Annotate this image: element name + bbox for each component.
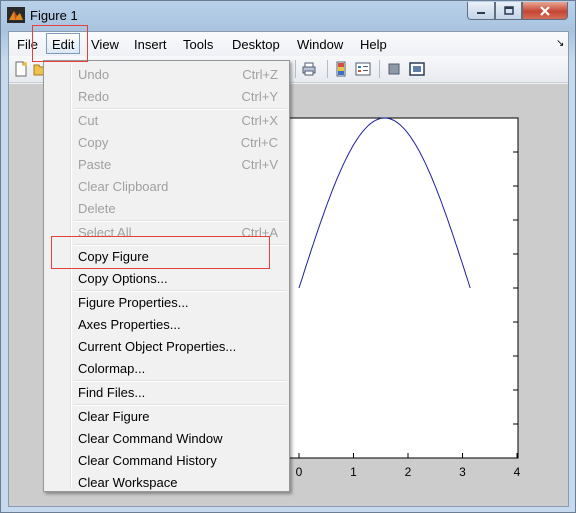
- menu-item-label: Current Object Properties...: [78, 339, 237, 354]
- close-button[interactable]: [522, 2, 568, 20]
- menu-item-label: Copy Options...: [78, 271, 168, 286]
- print-icon[interactable]: [301, 61, 317, 77]
- hide-plot-tools-icon[interactable]: [386, 61, 402, 77]
- menu-separator: [74, 380, 287, 382]
- menu-item-undo[interactable]: Undo Ctrl+Z: [46, 64, 287, 86]
- annotation-highlight-copy-figure: [51, 236, 270, 269]
- menu-item-label: Colormap...: [78, 361, 146, 376]
- menu-desktop[interactable]: Desktop: [232, 36, 280, 54]
- menu-separator: [74, 404, 287, 406]
- x-tick-label: 1: [350, 465, 357, 479]
- menu-item-label: Clear Workspace: [78, 475, 178, 490]
- menu-tools[interactable]: Tools: [183, 36, 213, 54]
- menu-item-label: Cut: [78, 113, 99, 128]
- menu-item-clear-command-history[interactable]: Clear Command History: [46, 450, 287, 472]
- menu-item-cut[interactable]: Cut Ctrl+X: [46, 110, 287, 132]
- menu-separator: [74, 290, 287, 292]
- menu-item-label: Find Files...: [78, 385, 146, 400]
- menu-item-clear-clipboard[interactable]: Clear Clipboard: [46, 176, 287, 198]
- menu-item-label: Paste: [78, 157, 112, 172]
- menu-item-label: Clear Command History: [78, 453, 217, 468]
- maximize-button[interactable]: [495, 2, 522, 20]
- toolbar-separator: [327, 60, 328, 78]
- menu-view[interactable]: View: [91, 36, 119, 54]
- annotation-highlight-edit: [32, 25, 88, 62]
- x-tick-labels: 0 1 2 3 4: [296, 465, 521, 479]
- dock-arrow-icon[interactable]: ↘: [556, 38, 564, 49]
- menu-help[interactable]: Help: [360, 36, 387, 54]
- menu-bar: File Edit View Insert Tools Desktop Wind…: [9, 32, 568, 57]
- menu-separator: [74, 220, 287, 222]
- x-tick-label: 4: [514, 465, 521, 479]
- menu-item-label: Delete: [78, 201, 116, 216]
- menu-item-clear-workspace[interactable]: Clear Workspace: [46, 472, 287, 494]
- x-tick-label: 3: [459, 465, 466, 479]
- legend-icon[interactable]: [355, 61, 371, 77]
- menu-item-find-files[interactable]: Find Files...: [46, 382, 287, 404]
- minimize-button[interactable]: [467, 2, 495, 20]
- menu-item-label: Clear Command Window: [78, 431, 223, 446]
- menu-item-axes-properties[interactable]: Axes Properties...: [46, 314, 287, 336]
- matlab-figure-icon: [7, 7, 25, 23]
- menu-item-shortcut: Ctrl+Z: [242, 67, 278, 82]
- show-plot-tools-icon[interactable]: [409, 61, 425, 77]
- minimize-icon: [477, 11, 485, 14]
- menu-item-delete[interactable]: Delete: [46, 198, 287, 220]
- menu-item-copy-options[interactable]: Copy Options...: [46, 268, 287, 290]
- menu-item-paste[interactable]: Paste Ctrl+V: [46, 154, 287, 176]
- x-tick-label: 2: [405, 465, 412, 479]
- menu-item-label: Redo: [78, 89, 110, 104]
- menu-item-clear-command-window[interactable]: Clear Command Window: [46, 428, 287, 450]
- menu-item-shortcut: Ctrl+X: [241, 113, 278, 128]
- menu-item-label: Clear Figure: [78, 409, 150, 424]
- new-figure-icon[interactable]: [13, 61, 29, 77]
- menu-item-colormap[interactable]: Colormap...: [46, 358, 287, 380]
- maximize-icon: [503, 6, 514, 15]
- menu-window[interactable]: Window: [297, 36, 343, 54]
- menu-item-clear-figure[interactable]: Clear Figure: [46, 406, 287, 428]
- menu-item-redo[interactable]: Redo Ctrl+Y: [46, 86, 287, 108]
- menu-item-figure-properties[interactable]: Figure Properties...: [46, 292, 287, 314]
- window-title: Figure 1: [30, 8, 78, 23]
- menu-item-copy[interactable]: Copy Ctrl+C: [46, 132, 287, 154]
- edit-menu-dropdown: Undo Ctrl+Z Redo Ctrl+Y Cut Ctrl+X Copy Ctrl+C P…: [43, 60, 290, 492]
- menu-item-label: Undo: [78, 67, 110, 82]
- x-tick-label: 0: [296, 465, 303, 479]
- menu-item-label: Copy: [78, 135, 109, 150]
- menu-separator: [74, 108, 287, 110]
- menu-item-shortcut: Ctrl+V: [241, 157, 278, 172]
- toolbar-separator: [295, 60, 296, 78]
- toolbar-separator: [379, 60, 380, 78]
- menu-item-current-object-properties[interactable]: Current Object Properties...: [46, 336, 287, 358]
- colorbar-icon[interactable]: [333, 61, 349, 77]
- menu-item-label: Figure Properties...: [78, 295, 189, 310]
- axes-box: [251, 117, 519, 459]
- close-icon: [540, 5, 550, 16]
- menu-insert[interactable]: Insert: [134, 36, 167, 54]
- menu-item-label: Clear Clipboard: [78, 179, 169, 194]
- menu-item-shortcut: Ctrl+Y: [241, 89, 278, 104]
- menu-item-label: Axes Properties...: [78, 317, 181, 332]
- menu-item-shortcut: Ctrl+C: [240, 135, 278, 150]
